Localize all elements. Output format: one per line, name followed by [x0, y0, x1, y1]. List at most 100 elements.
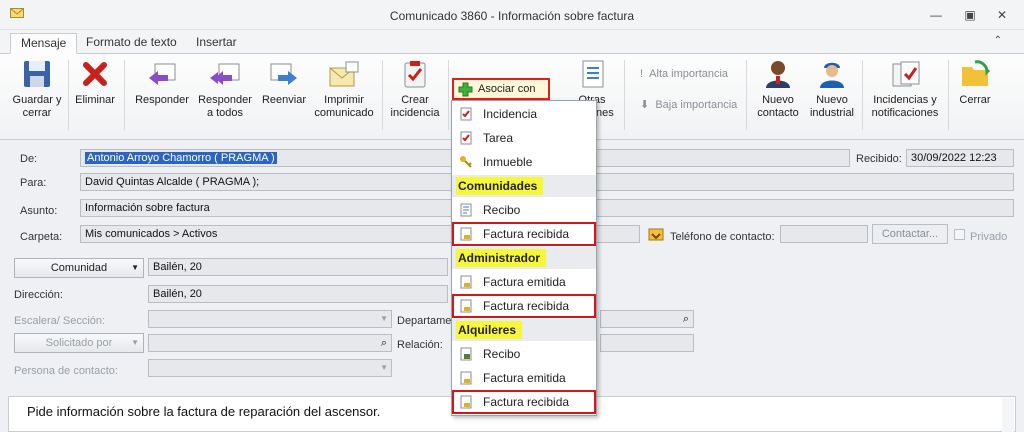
telefono-field[interactable] — [780, 225, 868, 243]
comunidad-field[interactable]: Bailén, 20 — [148, 258, 448, 276]
invoice-icon — [460, 299, 472, 313]
section-header-label: Administrador — [456, 249, 547, 267]
menu-item-factura-emitida-administrador[interactable]: Factura emitida — [452, 270, 596, 294]
section-header-administrador: Administrador — [452, 247, 596, 269]
menu-item-factura-recibida-comunidades[interactable]: Factura recibida — [452, 222, 596, 246]
exit-folder-icon — [962, 60, 991, 86]
alta-label: Alta importancia — [649, 68, 729, 80]
direccion-label: Dirección: — [14, 289, 63, 301]
reply-all-icon — [210, 63, 240, 85]
de-label: De: — [20, 153, 38, 165]
section-header-label: Comunidades — [456, 177, 544, 195]
eliminar-button[interactable]: Eliminar — [72, 58, 118, 130]
asociar-con-menu: Incidencia Tarea Inmueble Comunidades Re… — [451, 100, 597, 416]
solicitado-por-select[interactable]: Solicitado por ▼ — [14, 333, 144, 353]
menu-item-incidencia[interactable]: Incidencia — [452, 102, 596, 126]
privado-label: Privado — [970, 231, 1008, 243]
cerrar-button[interactable]: Cerrar — [954, 58, 996, 130]
search-icon[interactable]: ⌕ — [381, 335, 387, 351]
crear-incidencia-button[interactable]: Crear incidencia — [388, 58, 442, 130]
tab-formato-de-texto[interactable]: Formato de texto — [76, 33, 187, 54]
title-bar: Comunicado 3860 - Información sobre fact… — [0, 0, 1024, 30]
chevron-down-icon: ▼ — [380, 314, 388, 323]
menu-item-label: Recibo — [483, 203, 521, 217]
carpeta-label: Carpeta: — [20, 231, 63, 243]
menu-item-label: Factura emitida — [483, 371, 566, 385]
tab-insertar[interactable]: Insertar — [186, 33, 247, 54]
escalera-select[interactable]: ▼ — [148, 310, 392, 328]
direccion-field[interactable]: Bailén, 20 — [148, 285, 448, 303]
imprimir-comunicado-button[interactable]: Imprimir comunicado — [312, 58, 376, 130]
body-scrollbar[interactable] — [1002, 398, 1014, 432]
menu-item-factura-emitida-alquileres[interactable]: Factura emitida — [452, 366, 596, 390]
menu-item-recibo-comunidades[interactable]: Recibo — [452, 198, 596, 222]
departamento-field[interactable]: ⌕ — [600, 310, 694, 328]
crear-incidencia-label: Crear incidencia — [390, 94, 440, 119]
search-icon[interactable]: ⌕ — [683, 311, 689, 327]
menu-item-label: Recibo — [483, 347, 521, 361]
solicitado-field[interactable]: ⌕ — [148, 334, 392, 352]
invoice-icon — [460, 371, 472, 385]
invoice-icon — [460, 275, 472, 289]
guardar-y-cerrar-button[interactable]: Guardar y cerrar — [10, 58, 64, 130]
menu-item-label: Factura recibida — [483, 227, 570, 241]
asociar-label: Asociar con — [478, 83, 536, 95]
ribbon-tabs: Mensaje Formato de texto Insertar ⌃ — [0, 30, 1024, 54]
plus-icon — [458, 82, 473, 97]
imprimir-label: Imprimir comunicado — [314, 94, 374, 119]
clipboard-check-icon — [460, 107, 472, 121]
relacion-label: Relación: — [397, 339, 443, 351]
contactar-button[interactable]: Contactar... — [872, 224, 948, 244]
restore-button[interactable]: ▣ — [960, 6, 980, 24]
responder-todos-label: Responder a todos — [198, 94, 252, 119]
persona-contacto-select[interactable]: ▼ — [148, 359, 392, 377]
menu-item-factura-recibida-administrador[interactable]: Factura recibida — [452, 294, 596, 318]
collapse-ribbon-icon[interactable]: ⌃ — [994, 35, 1002, 46]
incidencias-notif-label: Incidencias y notificaciones — [871, 94, 939, 119]
nuevo-contacto-label: Nuevo contacto — [757, 94, 799, 119]
para-label: Para: — [20, 177, 47, 189]
tab-mensaje[interactable]: Mensaje — [10, 33, 78, 54]
responder-a-todos-button[interactable]: Responder a todos — [194, 58, 256, 130]
menu-item-label: Tarea — [483, 131, 514, 145]
reenviar-button[interactable]: Reenviar — [258, 58, 310, 130]
alta-importancia-button[interactable]: ! Alta importancia — [640, 68, 728, 80]
cerrar-label: Cerrar — [959, 94, 991, 106]
menu-item-label: Incidencia — [483, 107, 538, 121]
relacion-field[interactable] — [600, 334, 694, 352]
asociar-con-button[interactable]: Asociar con ▼ — [452, 78, 550, 112]
menu-item-inmueble[interactable]: Inmueble — [452, 150, 596, 174]
incidencias-y-notificaciones-button[interactable]: Incidencias y notificaciones — [866, 58, 944, 130]
comunidad-type-select[interactable]: Comunidad ▼ — [14, 258, 144, 278]
invoice-icon — [460, 227, 472, 241]
menu-item-factura-recibida-alquileres[interactable]: Factura recibida — [452, 390, 596, 414]
nuevo-industrial-label: Nuevo industrial — [809, 94, 855, 119]
section-header-label: Alquileres — [456, 321, 523, 339]
de-value: Antonio Arroyo Chamorro ( PRAGMA ) — [85, 152, 277, 164]
privado-checkbox[interactable] — [954, 229, 965, 240]
baja-importancia-button[interactable]: ⬇ Baja importancia — [640, 98, 737, 111]
responder-label: Responder — [135, 94, 189, 106]
menu-item-label: Factura recibida — [483, 395, 570, 409]
nuevo-industrial-button[interactable]: Nuevo industrial — [806, 58, 858, 130]
responder-button[interactable]: Responder — [132, 58, 192, 130]
minimize-button[interactable]: — — [926, 6, 946, 24]
guardar-label: Guardar y cerrar — [12, 94, 62, 119]
window-title: Comunicado 3860 - Información sobre fact… — [389, 9, 635, 23]
menu-item-recibo-alquileres[interactable]: Recibo — [452, 342, 596, 366]
folder-picker-icon[interactable] — [648, 226, 664, 242]
worker-icon — [820, 62, 844, 88]
clipboard-check-icon — [404, 61, 426, 88]
solicitado-btn-label: Solicitado por — [45, 337, 113, 349]
nuevo-contacto-button[interactable]: Nuevo contacto — [752, 58, 804, 130]
close-button[interactable]: ✕ — [992, 6, 1012, 24]
save-icon — [24, 61, 50, 87]
menu-item-tarea[interactable]: Tarea — [452, 126, 596, 150]
asunto-label: Asunto: — [20, 205, 58, 217]
telefono-label: Teléfono de contacto: — [670, 231, 775, 243]
escalera-label: Escalera/ Sección: — [14, 315, 106, 327]
menu-item-label: Factura emitida — [483, 275, 566, 289]
comunidad-btn-label: Comunidad — [50, 262, 108, 274]
receipt-icon — [460, 203, 472, 217]
menu-item-label: Factura recibida — [483, 299, 570, 313]
